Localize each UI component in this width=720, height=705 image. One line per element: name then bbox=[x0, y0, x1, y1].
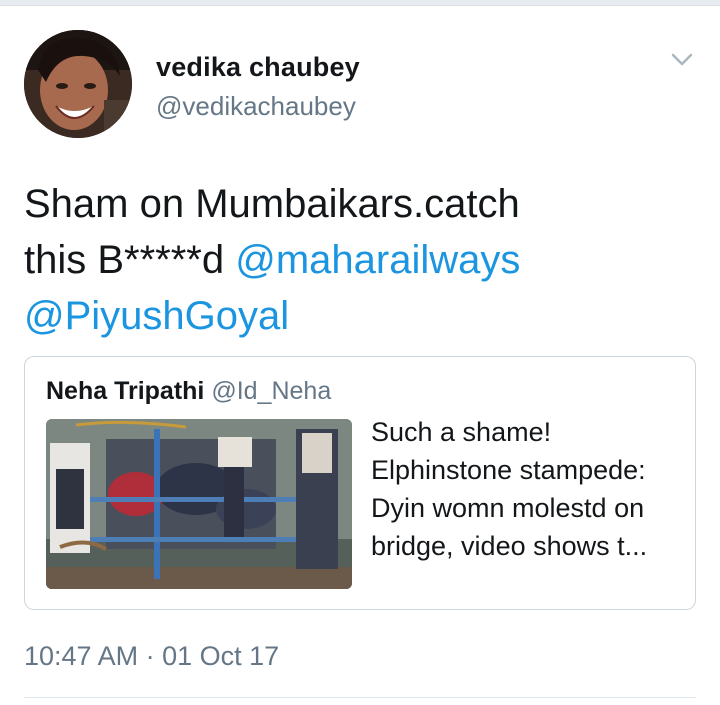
mention-link[interactable]: @PiyushGoyal bbox=[24, 294, 289, 338]
author-handle[interactable]: @vedikachaubey bbox=[156, 88, 360, 124]
top-divider bbox=[0, 0, 720, 6]
bottom-divider bbox=[24, 697, 696, 698]
quoted-display-name: Neha Tripathi bbox=[46, 377, 205, 405]
tweet-text: Sham on Mumbaikars.catch this B*****d @m… bbox=[24, 176, 664, 344]
quoted-tweet-header: Neha Tripathi @Id_Neha bbox=[46, 373, 331, 409]
tweet-text-line1: Sham on Mumbaikars.catch bbox=[24, 182, 520, 226]
avatar[interactable] bbox=[24, 30, 132, 138]
tweet-text-line2: this B*****d bbox=[24, 238, 236, 282]
quoted-tweet-text: Such a shame! Elphinstone stampede: Dyin… bbox=[371, 417, 648, 561]
quoted-media-thumbnail[interactable] bbox=[46, 419, 352, 589]
quoted-handle: @Id_Neha bbox=[211, 377, 332, 405]
author-display-name[interactable]: vedika chaubey bbox=[156, 50, 360, 84]
tweet-header: vedika chaubey @vedikachaubey bbox=[24, 28, 696, 140]
tweet-timestamp[interactable]: 10:47 AM · 01 Oct 17 bbox=[24, 636, 279, 676]
tweet: vedika chaubey @vedikachaubey Sham on Mu… bbox=[24, 28, 696, 671]
mention-link[interactable]: @maharailways bbox=[235, 238, 520, 282]
quoted-tweet-card[interactable]: Neha Tripathi @Id_Neha Such a shame! Elp… bbox=[24, 356, 696, 610]
chevron-down-icon[interactable] bbox=[670, 50, 694, 70]
author-names: vedika chaubey @vedikachaubey bbox=[156, 50, 360, 124]
